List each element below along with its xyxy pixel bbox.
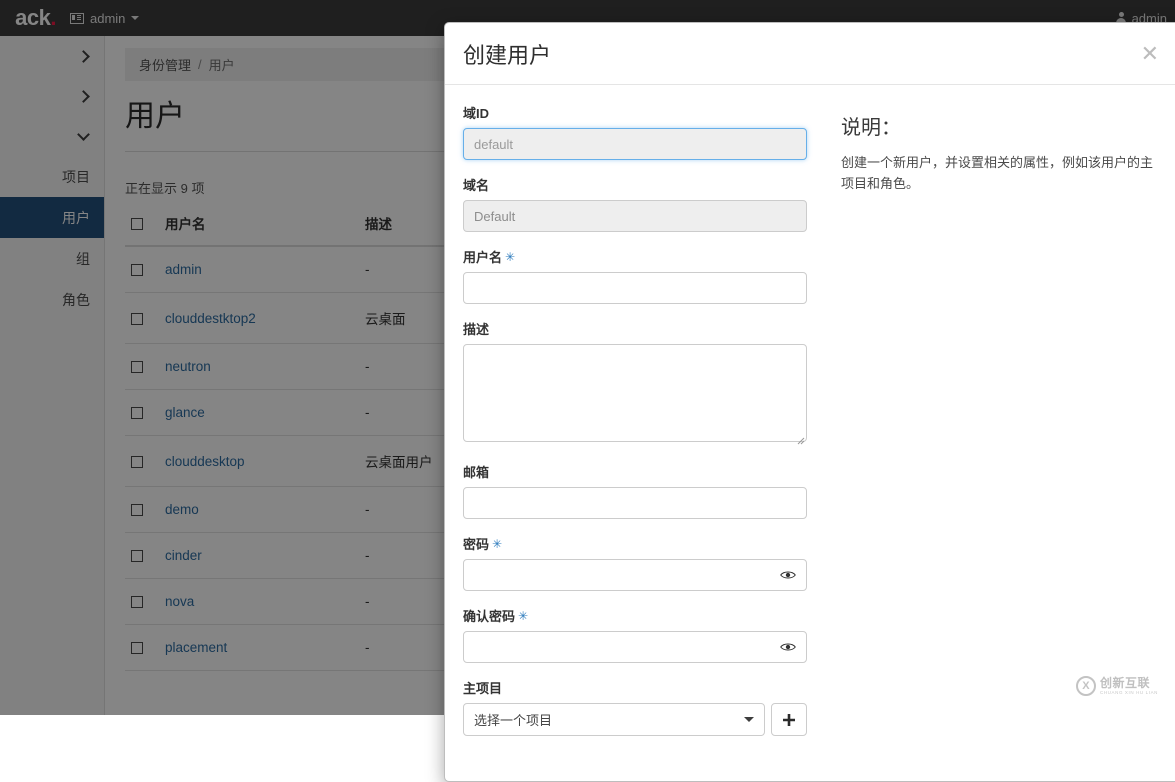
watermark-en: CHUANG XIN HU LIAN bbox=[1100, 691, 1158, 696]
field-password: 密码✳ bbox=[463, 534, 807, 591]
field-email: 邮箱 bbox=[463, 462, 807, 519]
user-name-input[interactable] bbox=[463, 272, 807, 304]
primary-project-row: 选择一个项目 bbox=[463, 703, 807, 736]
required-asterisk-icon: ✳ bbox=[505, 250, 515, 264]
modal-body: 域ID 域名 用户名✳ 描述 bbox=[445, 85, 1175, 751]
password-input-wrapper bbox=[463, 559, 807, 591]
primary-project-label: 主项目 bbox=[463, 678, 807, 697]
required-asterisk-icon: ✳ bbox=[492, 537, 502, 551]
user-name-label-text: 用户名 bbox=[463, 250, 502, 265]
email-label: 邮箱 bbox=[463, 462, 807, 481]
modal-header: 创建用户 ✕ bbox=[445, 23, 1175, 85]
domain-id-input[interactable] bbox=[463, 128, 807, 160]
user-name-label: 用户名✳ bbox=[463, 247, 807, 266]
watermark-logo-icon: X bbox=[1076, 676, 1096, 696]
add-project-button[interactable] bbox=[771, 703, 807, 736]
close-icon[interactable]: ✕ bbox=[1137, 41, 1163, 67]
domain-name-input bbox=[463, 200, 807, 232]
field-domain-name: 域名 bbox=[463, 175, 807, 232]
confirm-password-input[interactable] bbox=[463, 631, 807, 663]
domain-name-label: 域名 bbox=[463, 175, 807, 194]
watermark-cn: 创新互联 bbox=[1100, 677, 1158, 689]
description-textarea[interactable] bbox=[463, 344, 807, 442]
email-input[interactable] bbox=[463, 487, 807, 519]
primary-project-selected-value: 选择一个项目 bbox=[474, 710, 552, 729]
create-user-form: 域ID 域名 用户名✳ 描述 bbox=[445, 103, 825, 751]
password-label: 密码✳ bbox=[463, 534, 807, 553]
primary-project-select[interactable]: 选择一个项目 bbox=[463, 703, 765, 736]
password-label-text: 密码 bbox=[463, 537, 489, 552]
field-confirm-password: 确认密码✳ bbox=[463, 606, 807, 663]
eye-icon[interactable] bbox=[780, 642, 796, 653]
watermark-text: 创新互联 CHUANG XIN HU LIAN bbox=[1100, 677, 1158, 696]
description-label: 描述 bbox=[463, 319, 807, 338]
create-user-modal: 创建用户 ✕ 域ID 域名 用户名✳ 描述 bbox=[444, 22, 1175, 782]
domain-id-label: 域ID bbox=[463, 103, 807, 122]
field-description: 描述 bbox=[463, 319, 807, 447]
chevron-down-icon bbox=[744, 717, 754, 722]
field-primary-project: 主项目 选择一个项目 bbox=[463, 678, 807, 736]
watermark: X 创新互联 CHUANG XIN HU LIAN bbox=[1067, 665, 1167, 707]
modal-help-panel: 说明： 创建一个新用户，并设置相关的属性，例如该用户的主项目和角色。 bbox=[825, 103, 1175, 751]
required-asterisk-icon: ✳ bbox=[518, 609, 528, 623]
help-text: 创建一个新用户，并设置相关的属性，例如该用户的主项目和角色。 bbox=[841, 152, 1163, 195]
field-domain-id: 域ID bbox=[463, 103, 807, 160]
help-title: 说明： bbox=[841, 111, 1163, 140]
modal-title: 创建用户 bbox=[463, 38, 551, 70]
password-input[interactable] bbox=[463, 559, 807, 591]
confirm-password-input-wrapper bbox=[463, 631, 807, 663]
confirm-password-label: 确认密码✳ bbox=[463, 606, 807, 625]
confirm-password-label-text: 确认密码 bbox=[463, 609, 515, 624]
field-user-name: 用户名✳ bbox=[463, 247, 807, 304]
eye-icon[interactable] bbox=[780, 570, 796, 581]
description-textarea-wrapper bbox=[463, 344, 807, 447]
